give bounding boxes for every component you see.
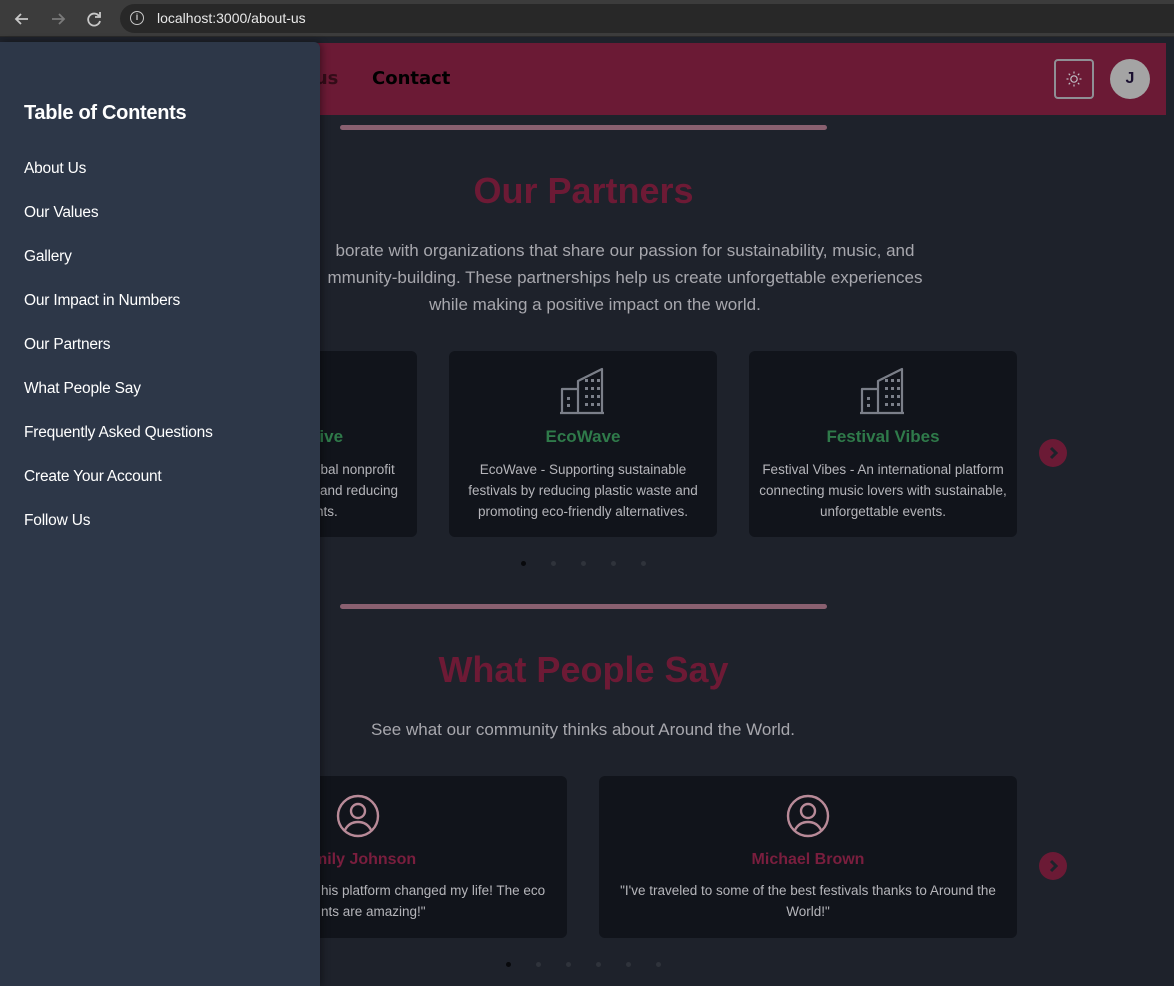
user-circle-icon [336, 794, 380, 838]
partner-card-description-line: Festival Vibes - An international platfo… [762, 462, 1004, 477]
testimonial-card: Michael Brown "I've traveled to some of … [599, 776, 1017, 938]
carousel-dot[interactable] [656, 962, 661, 967]
testimonials-description: See what our community thinks about Arou… [371, 720, 795, 739]
sun-icon [1066, 71, 1082, 87]
carousel-dot[interactable] [626, 962, 631, 967]
back-arrow-icon[interactable] [11, 8, 33, 30]
nav-link-contact[interactable]: Contact [372, 68, 450, 89]
partners-description-line: borate with organizations that share our… [335, 241, 915, 260]
chevron-right-icon [1049, 859, 1059, 873]
carousel-dot[interactable] [521, 561, 526, 566]
address-bar[interactable]: i localhost:3000/about-us [120, 4, 1174, 33]
reload-icon[interactable] [83, 8, 105, 30]
carousel-dot[interactable] [506, 962, 511, 967]
info-icon[interactable]: i [130, 11, 144, 25]
url-text: localhost:3000/about-us [157, 10, 306, 26]
testimonials-next-button[interactable] [1039, 852, 1067, 880]
table-of-contents-sidebar: Table of Contents About Us Our Values Ga… [0, 42, 320, 986]
partners-description: borate with organizations that share our… [250, 237, 940, 318]
carousel-dot[interactable] [566, 962, 571, 967]
partner-card: Festival Vibes Festival Vibes - An inter… [749, 351, 1017, 537]
toc-item-our-values[interactable]: Our Values [24, 204, 99, 222]
carousel-dot[interactable] [596, 962, 601, 967]
partner-card-description-line: lobal nonprofit [310, 462, 395, 477]
carousel-dot[interactable] [611, 561, 616, 566]
testimonial-quote: "I've traveled to some of the best festi… [609, 880, 1007, 922]
toc-item-our-partners[interactable]: Our Partners [24, 336, 111, 354]
carousel-dot[interactable] [581, 561, 586, 566]
toc-item-impact-numbers[interactable]: Our Impact in Numbers [24, 292, 180, 310]
testimonial-name: Michael Brown [751, 851, 865, 868]
toc-title: Table of Contents [24, 102, 187, 124]
toc-item-follow-us[interactable]: Follow Us [24, 512, 90, 530]
user-avatar-button[interactable]: J [1110, 59, 1150, 99]
toc-item-faq[interactable]: Frequently Asked Questions [24, 424, 213, 442]
testimonials-title: What People Say [438, 649, 729, 690]
theme-toggle-button[interactable] [1054, 59, 1094, 99]
partner-card-description-line: nts. [316, 504, 338, 519]
testimonial-quote-line: his platform changed my life! The eco [321, 883, 546, 898]
chevron-right-icon [1049, 446, 1059, 460]
testimonial-quote: his platform changed my life! The eco nt… [321, 880, 557, 922]
toc-item-gallery[interactable]: Gallery [24, 248, 72, 266]
partner-card-title: Festival Vibes [826, 427, 940, 446]
carousel-dot[interactable] [641, 561, 646, 566]
partners-next-button[interactable] [1039, 439, 1067, 467]
partner-card-description-line: EcoWave - Supporting sustainable [479, 462, 687, 477]
partners-description-line: while making a positive impact on the wo… [429, 295, 761, 314]
partner-card-description-line: promoting eco-friendly alternatives. [477, 504, 689, 519]
partners-description-line: mmunity-building. These partnerships hel… [327, 268, 923, 287]
browser-toolbar: i localhost:3000/about-us [0, 0, 1174, 37]
section-divider [340, 604, 827, 609]
building-icon [560, 367, 604, 415]
toc-item-create-account[interactable]: Create Your Account [24, 468, 162, 486]
testimonial-quote-line: nts are amazing!" [321, 904, 426, 919]
partners-title: Our Partners [473, 170, 694, 211]
building-icon [860, 367, 904, 415]
carousel-dot[interactable] [551, 561, 556, 566]
toc-item-about-us[interactable]: About Us [24, 160, 86, 178]
partner-card-description: Festival Vibes - An international platfo… [759, 459, 1007, 522]
testimonial-quote-line: World!" [786, 904, 830, 919]
partner-card: EcoWave EcoWave - Supporting sustainable… [449, 351, 717, 537]
partner-card-description-line: and reducing [320, 483, 399, 498]
partner-card-description: EcoWave - Supporting sustainable festiva… [459, 459, 707, 522]
partner-card-description: lobal nonprofit and reducing nts. [310, 459, 417, 522]
toc-item-what-people-say[interactable]: What People Say [24, 380, 141, 398]
partner-card-title: EcoWave [545, 427, 621, 446]
user-circle-icon [786, 794, 830, 838]
partner-card-description-line: unforgettable events. [819, 504, 947, 519]
forward-arrow-icon[interactable] [47, 8, 69, 30]
section-divider [340, 125, 827, 130]
partner-card-description-line: connecting music lovers with sustainable… [759, 483, 1007, 498]
carousel-dot[interactable] [536, 962, 541, 967]
partner-card-description-line: festivals by reducing plastic waste and [468, 483, 698, 498]
testimonial-quote-line: "I've traveled to some of the best festi… [620, 883, 996, 898]
